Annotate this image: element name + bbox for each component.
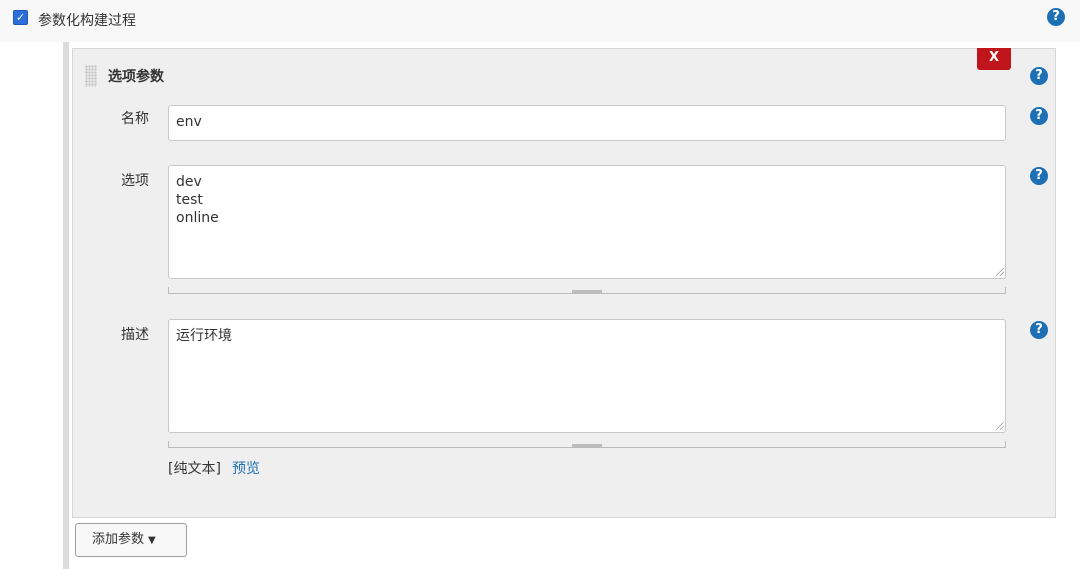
help-icon[interactable]: ? bbox=[1030, 67, 1048, 85]
parameter-type-title: 选项参数 bbox=[108, 69, 164, 85]
help-icon[interactable]: ? bbox=[1030, 107, 1048, 125]
description-textarea[interactable]: 运行环境 bbox=[168, 319, 1006, 433]
parameterized-build-checkbox[interactable]: ✓ bbox=[13, 10, 28, 25]
description-field-label: 描述 bbox=[121, 327, 149, 343]
caret-down-icon: ▼ bbox=[148, 535, 156, 546]
section-indent-bar bbox=[63, 42, 69, 569]
format-note: [纯文本] bbox=[168, 461, 221, 477]
resize-corner-icon[interactable] bbox=[996, 268, 1004, 276]
name-input[interactable]: env bbox=[168, 105, 1006, 141]
resize-grip-icon[interactable] bbox=[572, 290, 602, 293]
choices-textarea[interactable]: dev test online bbox=[168, 165, 1006, 279]
help-icon[interactable]: ? bbox=[1047, 8, 1065, 26]
parameterized-build-row: ✓ 参数化构建过程 ? bbox=[0, 0, 1080, 42]
choices-field-label: 选项 bbox=[121, 173, 149, 189]
resize-grip-icon[interactable] bbox=[572, 444, 602, 447]
name-field-label: 名称 bbox=[121, 111, 149, 127]
delete-parameter-button[interactable]: X bbox=[977, 48, 1011, 70]
add-parameter-label: 添加参数 bbox=[92, 532, 145, 547]
drag-handle-icon[interactable] bbox=[85, 65, 97, 87]
preview-link[interactable]: 预览 bbox=[232, 458, 260, 478]
add-parameter-button[interactable]: 添加参数 ▼ bbox=[75, 523, 187, 557]
resize-corner-icon[interactable] bbox=[996, 422, 1004, 430]
help-icon[interactable]: ? bbox=[1030, 167, 1048, 185]
help-icon[interactable]: ? bbox=[1030, 321, 1048, 339]
parameterized-build-label: 参数化构建过程 bbox=[38, 13, 136, 29]
